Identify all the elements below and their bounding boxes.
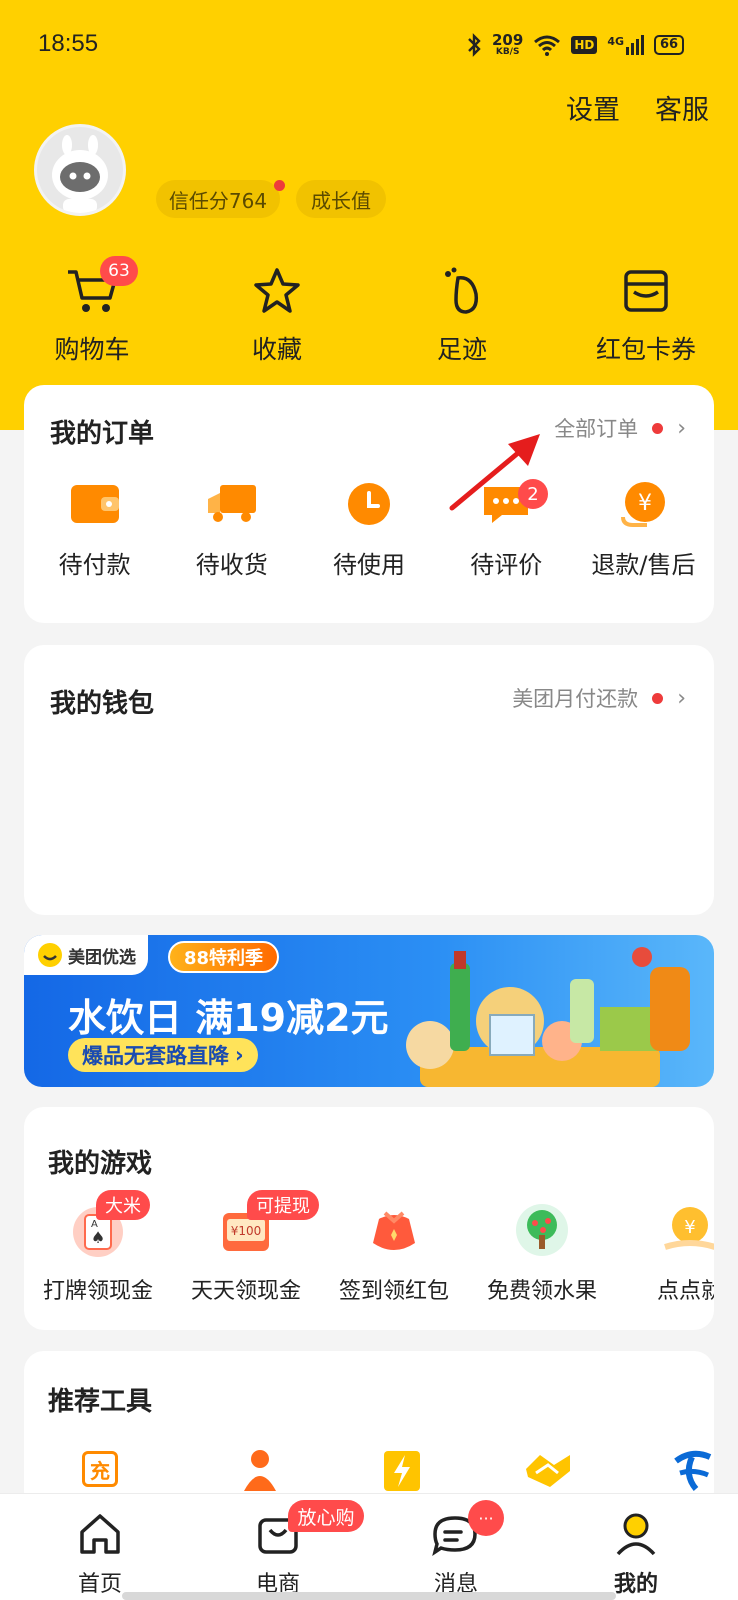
quick-link-footprint[interactable]: 足迹 [397, 266, 527, 366]
service-link[interactable]: 客服 [655, 88, 709, 127]
messages-badge: ··· [468, 1500, 504, 1536]
status-icons: 209 KB/S HD 4G 66 [466, 30, 716, 60]
tab-home[interactable]: 首页 [40, 1512, 160, 1598]
game-badge-withdraw: 可提现 [247, 1190, 319, 1220]
monthly-pay-label: 美团月付还款 [512, 687, 639, 711]
order-status-label: 待评价 [470, 551, 543, 579]
fruit-tree-icon [516, 1204, 568, 1256]
game-free-fruit[interactable]: 免费领水果 [468, 1203, 616, 1305]
groceries-illustration [406, 947, 690, 1087]
quick-link-label: 红包卡券 [595, 335, 696, 364]
telecom-tool-icon[interactable] [672, 1447, 714, 1491]
game-label: 签到领红包 [338, 1279, 449, 1304]
status-time: 18:55 [38, 30, 99, 57]
avatar-robot-icon [52, 135, 108, 213]
footprint-icon [445, 267, 479, 314]
trust-score-dot [274, 180, 285, 191]
quick-link-coupons[interactable]: 红包卡券 [581, 266, 711, 366]
settings-link[interactable]: 设置 [566, 88, 620, 127]
all-orders-link[interactable]: 全部订单 › [554, 413, 686, 443]
quick-link-cart[interactable]: 购物车 [27, 266, 157, 366]
truck-icon [207, 485, 256, 522]
order-pending-payment[interactable]: 待付款 [26, 481, 163, 580]
growth-value-pill[interactable]: 成长值 [296, 180, 386, 218]
chevron-right-icon: › [235, 1043, 244, 1067]
net-speed-value: 209 [492, 31, 524, 49]
banner-tag: 88特利季 [168, 941, 280, 973]
banner-cta[interactable]: 爆品无套路直降 › [68, 1038, 258, 1072]
promo-banner[interactable]: 美团优选 88特利季 水饮日 满19减2元 爆品无套路直降 › [24, 935, 714, 1087]
wifi-icon [534, 35, 561, 56]
tab-mine[interactable]: 我的 [576, 1512, 696, 1598]
svg-text:♠: ♠ [91, 1228, 105, 1247]
avatar[interactable] [34, 124, 126, 216]
cart-badge: 63 [100, 256, 138, 286]
quick-link-label: 购物车 [54, 335, 130, 364]
signal-icon: 4G [607, 35, 645, 55]
monthly-pay-dot [652, 692, 664, 704]
banner-cta-label: 爆品无套路直降 [82, 1044, 229, 1068]
order-status-label: 待付款 [58, 551, 131, 579]
quick-link-favorites[interactable]: 收藏 [212, 266, 342, 366]
meituan-my-page: 18:55 209 KB/S HD 4G 66 设置 客服 信任分764 成长值… [0, 0, 738, 1600]
game-badge-dami: 大米 [96, 1190, 150, 1220]
monthly-pay-link[interactable]: 美团月付还款 › [512, 683, 686, 713]
order-status-row: 待付款 待收货 待使用 待评价 ¥ 退款/售后 [24, 481, 714, 580]
order-refund[interactable]: ¥ 退款/售后 [575, 481, 712, 580]
order-pending-use[interactable]: 待使用 [300, 481, 437, 580]
person-tool-icon[interactable] [238, 1447, 282, 1491]
profile-icon [616, 1513, 656, 1556]
battery-icon: 66 [654, 35, 685, 55]
wallet-card: 我的钱包 美团月付还款 › [24, 645, 714, 915]
all-orders-dot [652, 422, 664, 434]
game-tap-earn[interactable]: ¥ 点点就 [616, 1203, 714, 1305]
order-pending-receipt[interactable]: 待收货 [163, 481, 300, 580]
red-packet-icon [373, 1211, 415, 1250]
recharge-tool-icon[interactable]: 充 [82, 1451, 118, 1487]
handshake-tool-icon[interactable] [524, 1447, 572, 1491]
tools-card: 推荐工具 充 [24, 1351, 714, 1511]
wallet-card-icon [624, 270, 668, 312]
wallet-title: 我的钱包 [50, 689, 155, 719]
tools-title: 推荐工具 [48, 1387, 153, 1417]
order-status-label: 待使用 [333, 551, 405, 579]
power-tool-icon[interactable] [380, 1447, 424, 1491]
wallet-icon [70, 485, 119, 523]
trust-score-pill[interactable]: 信任分764 [156, 180, 280, 218]
game-label: 天天领现金 [190, 1279, 301, 1304]
svg-text:¥: ¥ [638, 491, 652, 516]
annotation-arrow [449, 434, 540, 511]
game-label: 免费领水果 [486, 1279, 597, 1304]
bottom-tab-bar: 首页 电商 消息 我的 放心购 ··· [0, 1493, 738, 1600]
quick-link-label: 足迹 [436, 335, 487, 364]
chevron-right-icon: › [677, 685, 686, 711]
orders-card: 我的订单 全部订单 › 待付款 待收货 待使用 待评价 ¥ 退款/售后 2 [24, 385, 714, 623]
games-title: 我的游戏 [48, 1149, 153, 1179]
orders-title: 我的订单 [50, 419, 155, 449]
banner-headline: 水饮日 满19减2元 [68, 996, 389, 1040]
net-speed-unit: KB/S [495, 47, 520, 57]
game-signin-redpacket[interactable]: 签到领红包 [320, 1203, 468, 1305]
quick-link-label: 收藏 [251, 335, 302, 364]
refund-icon: ¥ [621, 482, 666, 527]
home-indicator [122, 1592, 616, 1600]
chevron-right-icon: › [677, 415, 686, 441]
svg-text:¥: ¥ [684, 1217, 695, 1238]
home-icon [80, 1514, 120, 1554]
coin-hand-icon: ¥ [664, 1207, 714, 1250]
smile-logo-icon [38, 943, 62, 967]
game-label: 点点就 [656, 1279, 714, 1304]
star-icon [254, 268, 300, 313]
ecommerce-badge: 放心购 [288, 1500, 364, 1532]
order-status-label: 待收货 [195, 551, 268, 579]
order-status-label: 退款/售后 [591, 551, 696, 579]
hd-icon: HD [571, 36, 598, 54]
clock-icon [348, 483, 390, 525]
bluetooth-icon [468, 33, 481, 57]
game-label: 打牌领现金 [42, 1279, 153, 1304]
all-orders-label: 全部订单 [554, 417, 639, 441]
cash-amount: ¥100 [231, 1224, 262, 1238]
signal-type: 4G [607, 35, 625, 48]
net-speed: 209 KB/S [492, 33, 523, 57]
